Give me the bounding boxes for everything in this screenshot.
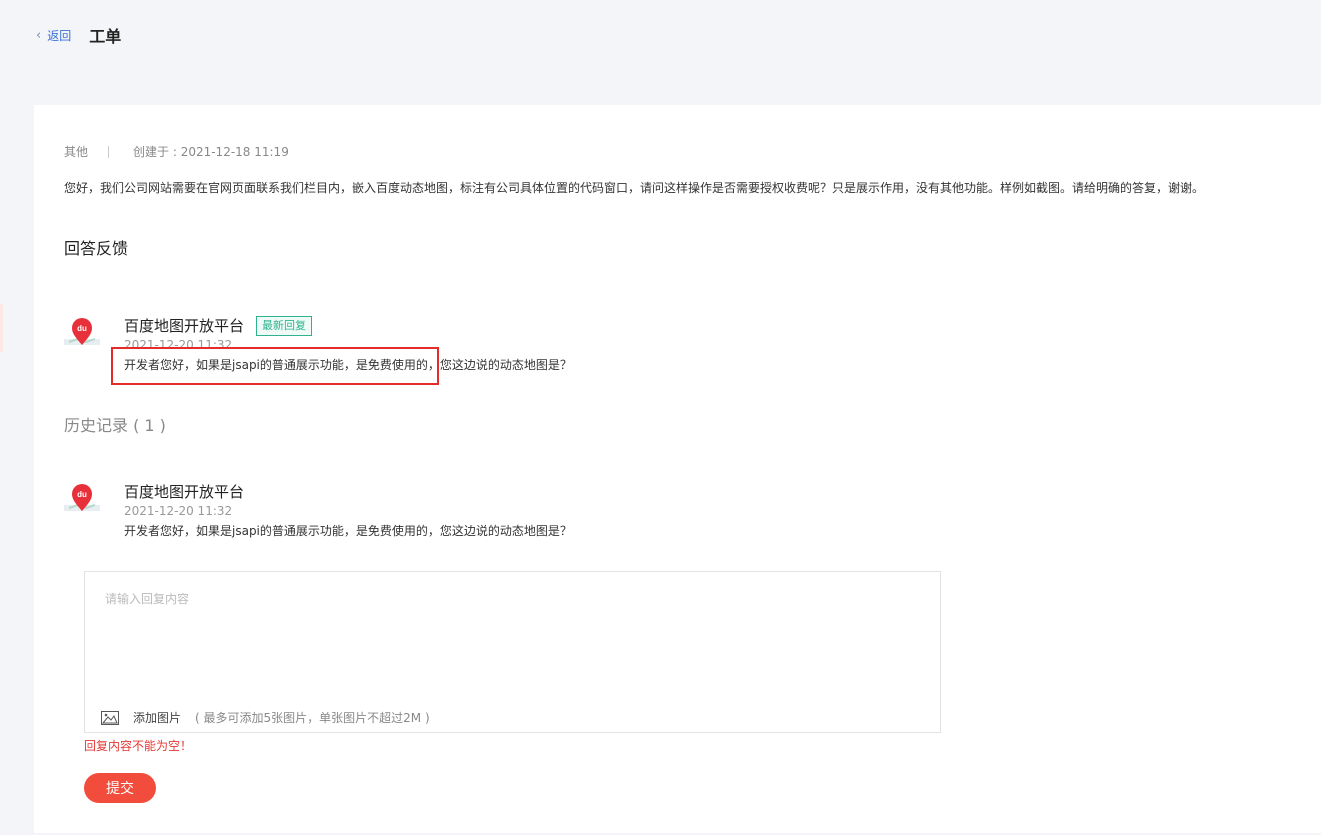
svg-text:du: du: [77, 324, 87, 333]
side-indicator: [0, 304, 3, 352]
svg-text:du: du: [77, 490, 87, 499]
add-image-toolbar: 添加图片 ( 最多可添加5张图片，单张图片不超过2M ): [101, 709, 430, 726]
reply-placeholder: 请输入回复内容: [105, 592, 190, 606]
chevron-left-icon: ‹: [36, 27, 42, 43]
add-image-button[interactable]: 添加图片: [133, 709, 181, 726]
ticket-card: 其他 创建于 : 2021-12-18 11:19 您好，我们公司网站需要在官网…: [34, 105, 1321, 833]
page-header: ‹ 返回 工单: [36, 24, 121, 46]
ticket-meta: 其他 创建于 : 2021-12-18 11:19: [64, 143, 289, 160]
annotation-highlight-box: [111, 347, 439, 385]
history-author: 百度地图开放平台: [124, 483, 245, 501]
back-label: 返回: [47, 28, 72, 43]
back-button[interactable]: ‹ 返回: [36, 27, 71, 44]
history-time: 2021-12-20 11:32: [124, 504, 233, 518]
image-icon[interactable]: [101, 710, 119, 725]
meta-divider: [108, 145, 110, 158]
ticket-category: 其他: [64, 145, 89, 159]
add-image-hint: ( 最多可添加5张图片，单张图片不超过2M ): [195, 711, 430, 725]
reply-error-message: 回复内容不能为空！: [84, 739, 193, 753]
submit-button[interactable]: 提交: [84, 773, 156, 803]
feedback-section-title: 回答反馈: [64, 239, 129, 258]
baidu-map-avatar-icon: du: [64, 318, 100, 345]
ticket-created-at: 创建于 : 2021-12-18 11:19: [133, 145, 289, 159]
page-title: 工单: [89, 27, 122, 46]
history-text: 开发者您好，如果是jsapi的普通展示功能，是免费使用的，您这边说的动态地图是？: [124, 524, 572, 538]
reply-author: 百度地图开放平台 最新回复: [124, 315, 313, 336]
reply-author-name: 百度地图开放平台: [124, 317, 245, 335]
history-title: 历史记录 ( 1 ): [64, 416, 166, 435]
ticket-description: 您好，我们公司网站需要在官网页面联系我们栏目内，嵌入百度动态地图，标注有公司具体…: [64, 181, 1205, 195]
history-item: du 百度地图开放平台 2021-12-20 11:32 开发者您好，如果是js…: [64, 481, 764, 541]
latest-reply-badge: 最新回复: [256, 315, 313, 336]
reply-textarea[interactable]: 请输入回复内容 添加图片 ( 最多可添加5张图片，单张图片不超过2M ): [84, 571, 941, 733]
baidu-map-avatar-icon: du: [64, 484, 100, 511]
